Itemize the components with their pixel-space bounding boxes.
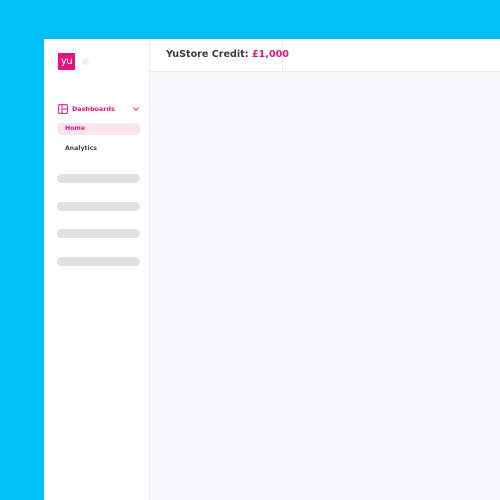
sidebar-item-analytics[interactable]: Analytics	[57, 143, 140, 155]
sidebar-item-home[interactable]: Home	[57, 123, 140, 135]
sidebar: yu Dashboards Home Analytics	[44, 39, 150, 500]
brand-logo[interactable]: yu	[58, 53, 75, 70]
skeleton-placeholder	[57, 174, 140, 183]
status-dot	[82, 58, 89, 65]
credit-amount: £1,000	[251, 49, 289, 60]
skeleton-placeholder	[57, 229, 140, 238]
sidebar-group-dashboards[interactable]: Dashboards	[58, 102, 140, 116]
sidebar-group-label: Dashboards	[72, 105, 115, 113]
dashboard-icon	[58, 104, 68, 114]
skeleton-placeholder	[57, 202, 140, 211]
skeleton-placeholder	[57, 257, 140, 266]
app-window: yu Dashboards Home Analytics YuStore Cre…	[44, 39, 500, 500]
store-credit: YuStore Credit: £1,000	[150, 39, 289, 71]
chevron-down-icon[interactable]	[132, 105, 140, 113]
credit-label: YuStore Credit:	[166, 49, 249, 60]
main-content: YuStore Credit: £1,000	[150, 39, 500, 500]
top-bar: YuStore Credit: £1,000	[150, 39, 500, 72]
